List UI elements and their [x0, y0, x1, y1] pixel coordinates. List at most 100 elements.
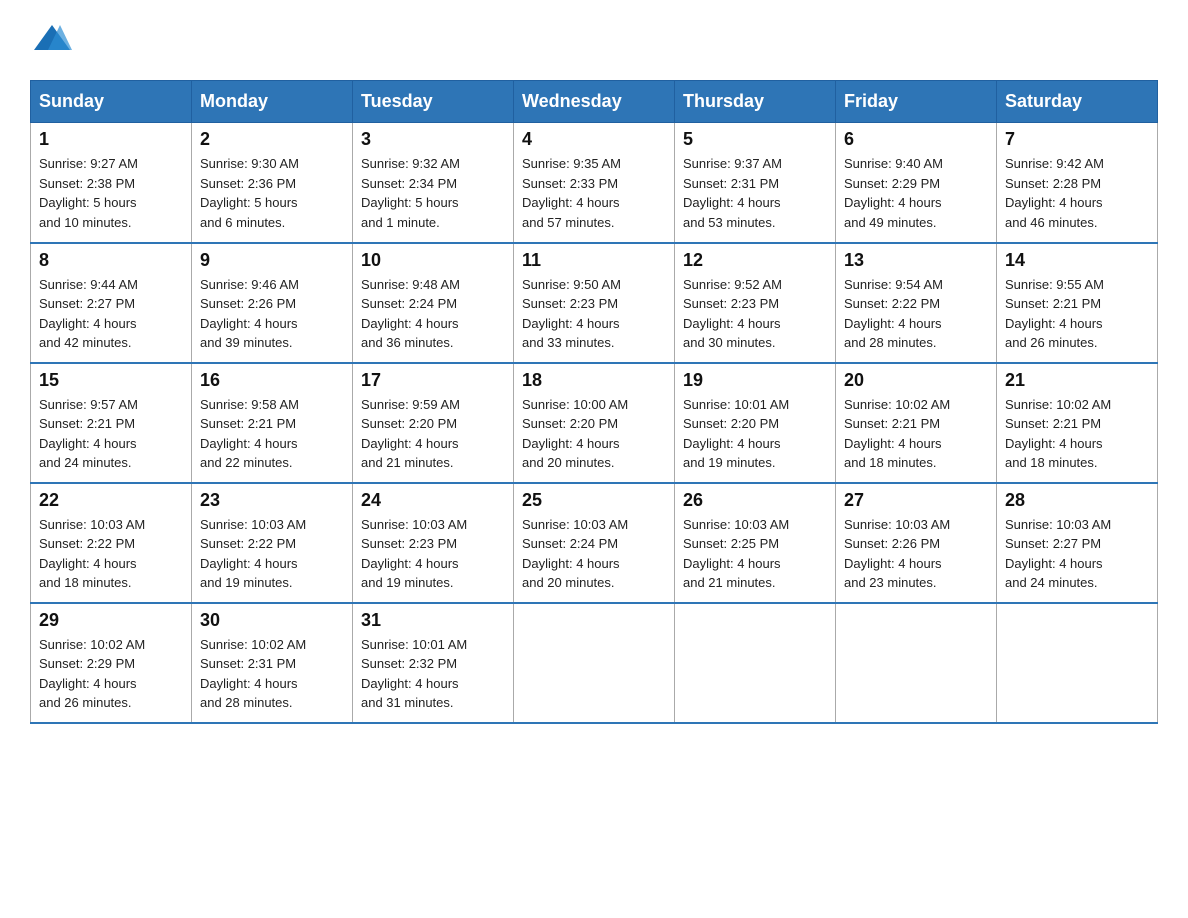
day-info: Sunrise: 9:42 AMSunset: 2:28 PMDaylight:… — [1005, 156, 1104, 230]
day-info: Sunrise: 9:35 AMSunset: 2:33 PMDaylight:… — [522, 156, 621, 230]
day-cell: 19 Sunrise: 10:01 AMSunset: 2:20 PMDayli… — [675, 363, 836, 483]
day-info: Sunrise: 9:57 AMSunset: 2:21 PMDaylight:… — [39, 397, 138, 471]
day-cell — [836, 603, 997, 723]
header-cell-wednesday: Wednesday — [514, 81, 675, 123]
day-number: 15 — [39, 370, 183, 391]
day-cell: 16 Sunrise: 9:58 AMSunset: 2:21 PMDaylig… — [192, 363, 353, 483]
header-cell-monday: Monday — [192, 81, 353, 123]
day-number: 16 — [200, 370, 344, 391]
day-info: Sunrise: 10:00 AMSunset: 2:20 PMDaylight… — [522, 397, 628, 471]
day-cell: 5 Sunrise: 9:37 AMSunset: 2:31 PMDayligh… — [675, 123, 836, 243]
day-cell: 2 Sunrise: 9:30 AMSunset: 2:36 PMDayligh… — [192, 123, 353, 243]
header-cell-tuesday: Tuesday — [353, 81, 514, 123]
day-info: Sunrise: 9:55 AMSunset: 2:21 PMDaylight:… — [1005, 277, 1104, 351]
day-cell: 30 Sunrise: 10:02 AMSunset: 2:31 PMDayli… — [192, 603, 353, 723]
day-cell: 10 Sunrise: 9:48 AMSunset: 2:24 PMDaylig… — [353, 243, 514, 363]
day-cell — [514, 603, 675, 723]
day-info: Sunrise: 9:52 AMSunset: 2:23 PMDaylight:… — [683, 277, 782, 351]
day-info: Sunrise: 10:02 AMSunset: 2:31 PMDaylight… — [200, 637, 306, 711]
day-info: Sunrise: 9:37 AMSunset: 2:31 PMDaylight:… — [683, 156, 782, 230]
week-row-4: 22 Sunrise: 10:03 AMSunset: 2:22 PMDayli… — [31, 483, 1158, 603]
day-info: Sunrise: 10:01 AMSunset: 2:20 PMDaylight… — [683, 397, 789, 471]
day-number: 17 — [361, 370, 505, 391]
header-row: SundayMondayTuesdayWednesdayThursdayFrid… — [31, 81, 1158, 123]
day-cell: 25 Sunrise: 10:03 AMSunset: 2:24 PMDayli… — [514, 483, 675, 603]
day-cell: 14 Sunrise: 9:55 AMSunset: 2:21 PMDaylig… — [997, 243, 1158, 363]
week-row-2: 8 Sunrise: 9:44 AMSunset: 2:27 PMDayligh… — [31, 243, 1158, 363]
header-cell-sunday: Sunday — [31, 81, 192, 123]
logo — [30, 20, 74, 60]
day-cell: 24 Sunrise: 10:03 AMSunset: 2:23 PMDayli… — [353, 483, 514, 603]
day-info: Sunrise: 9:58 AMSunset: 2:21 PMDaylight:… — [200, 397, 299, 471]
day-cell: 11 Sunrise: 9:50 AMSunset: 2:23 PMDaylig… — [514, 243, 675, 363]
day-cell: 28 Sunrise: 10:03 AMSunset: 2:27 PMDayli… — [997, 483, 1158, 603]
day-number: 3 — [361, 129, 505, 150]
day-cell — [997, 603, 1158, 723]
day-number: 21 — [1005, 370, 1149, 391]
day-number: 28 — [1005, 490, 1149, 511]
day-cell: 1 Sunrise: 9:27 AMSunset: 2:38 PMDayligh… — [31, 123, 192, 243]
day-info: Sunrise: 10:03 AMSunset: 2:27 PMDaylight… — [1005, 517, 1111, 591]
day-cell: 15 Sunrise: 9:57 AMSunset: 2:21 PMDaylig… — [31, 363, 192, 483]
day-cell: 29 Sunrise: 10:02 AMSunset: 2:29 PMDayli… — [31, 603, 192, 723]
day-number: 9 — [200, 250, 344, 271]
day-cell: 27 Sunrise: 10:03 AMSunset: 2:26 PMDayli… — [836, 483, 997, 603]
day-info: Sunrise: 9:46 AMSunset: 2:26 PMDaylight:… — [200, 277, 299, 351]
day-info: Sunrise: 10:03 AMSunset: 2:22 PMDaylight… — [39, 517, 145, 591]
day-cell: 13 Sunrise: 9:54 AMSunset: 2:22 PMDaylig… — [836, 243, 997, 363]
day-info: Sunrise: 10:01 AMSunset: 2:32 PMDaylight… — [361, 637, 467, 711]
day-number: 8 — [39, 250, 183, 271]
page-header — [30, 20, 1158, 60]
day-info: Sunrise: 10:02 AMSunset: 2:21 PMDaylight… — [844, 397, 950, 471]
day-info: Sunrise: 9:54 AMSunset: 2:22 PMDaylight:… — [844, 277, 943, 351]
header-cell-friday: Friday — [836, 81, 997, 123]
day-info: Sunrise: 10:03 AMSunset: 2:25 PMDaylight… — [683, 517, 789, 591]
calendar-table: SundayMondayTuesdayWednesdayThursdayFrid… — [30, 80, 1158, 724]
day-cell — [675, 603, 836, 723]
day-number: 14 — [1005, 250, 1149, 271]
header-cell-saturday: Saturday — [997, 81, 1158, 123]
day-cell: 31 Sunrise: 10:01 AMSunset: 2:32 PMDayli… — [353, 603, 514, 723]
day-number: 26 — [683, 490, 827, 511]
day-cell: 26 Sunrise: 10:03 AMSunset: 2:25 PMDayli… — [675, 483, 836, 603]
day-number: 25 — [522, 490, 666, 511]
day-info: Sunrise: 9:50 AMSunset: 2:23 PMDaylight:… — [522, 277, 621, 351]
calendar-header: SundayMondayTuesdayWednesdayThursdayFrid… — [31, 81, 1158, 123]
calendar-body: 1 Sunrise: 9:27 AMSunset: 2:38 PMDayligh… — [31, 123, 1158, 723]
day-info: Sunrise: 9:44 AMSunset: 2:27 PMDaylight:… — [39, 277, 138, 351]
day-number: 11 — [522, 250, 666, 271]
day-info: Sunrise: 9:40 AMSunset: 2:29 PMDaylight:… — [844, 156, 943, 230]
day-number: 31 — [361, 610, 505, 631]
day-number: 29 — [39, 610, 183, 631]
day-number: 24 — [361, 490, 505, 511]
day-number: 6 — [844, 129, 988, 150]
day-number: 20 — [844, 370, 988, 391]
day-number: 23 — [200, 490, 344, 511]
day-number: 30 — [200, 610, 344, 631]
day-number: 18 — [522, 370, 666, 391]
day-number: 7 — [1005, 129, 1149, 150]
day-cell: 17 Sunrise: 9:59 AMSunset: 2:20 PMDaylig… — [353, 363, 514, 483]
day-cell: 21 Sunrise: 10:02 AMSunset: 2:21 PMDayli… — [997, 363, 1158, 483]
day-number: 13 — [844, 250, 988, 271]
day-number: 5 — [683, 129, 827, 150]
day-number: 22 — [39, 490, 183, 511]
day-cell: 7 Sunrise: 9:42 AMSunset: 2:28 PMDayligh… — [997, 123, 1158, 243]
day-cell: 9 Sunrise: 9:46 AMSunset: 2:26 PMDayligh… — [192, 243, 353, 363]
day-info: Sunrise: 9:32 AMSunset: 2:34 PMDaylight:… — [361, 156, 460, 230]
day-info: Sunrise: 10:03 AMSunset: 2:22 PMDaylight… — [200, 517, 306, 591]
day-info: Sunrise: 10:03 AMSunset: 2:26 PMDaylight… — [844, 517, 950, 591]
day-cell: 18 Sunrise: 10:00 AMSunset: 2:20 PMDayli… — [514, 363, 675, 483]
day-cell: 4 Sunrise: 9:35 AMSunset: 2:33 PMDayligh… — [514, 123, 675, 243]
day-info: Sunrise: 10:02 AMSunset: 2:21 PMDaylight… — [1005, 397, 1111, 471]
day-cell: 22 Sunrise: 10:03 AMSunset: 2:22 PMDayli… — [31, 483, 192, 603]
day-cell: 6 Sunrise: 9:40 AMSunset: 2:29 PMDayligh… — [836, 123, 997, 243]
header-cell-thursday: Thursday — [675, 81, 836, 123]
day-info: Sunrise: 9:30 AMSunset: 2:36 PMDaylight:… — [200, 156, 299, 230]
day-number: 4 — [522, 129, 666, 150]
day-cell: 3 Sunrise: 9:32 AMSunset: 2:34 PMDayligh… — [353, 123, 514, 243]
day-number: 2 — [200, 129, 344, 150]
day-info: Sunrise: 10:02 AMSunset: 2:29 PMDaylight… — [39, 637, 145, 711]
week-row-5: 29 Sunrise: 10:02 AMSunset: 2:29 PMDayli… — [31, 603, 1158, 723]
day-cell: 8 Sunrise: 9:44 AMSunset: 2:27 PMDayligh… — [31, 243, 192, 363]
